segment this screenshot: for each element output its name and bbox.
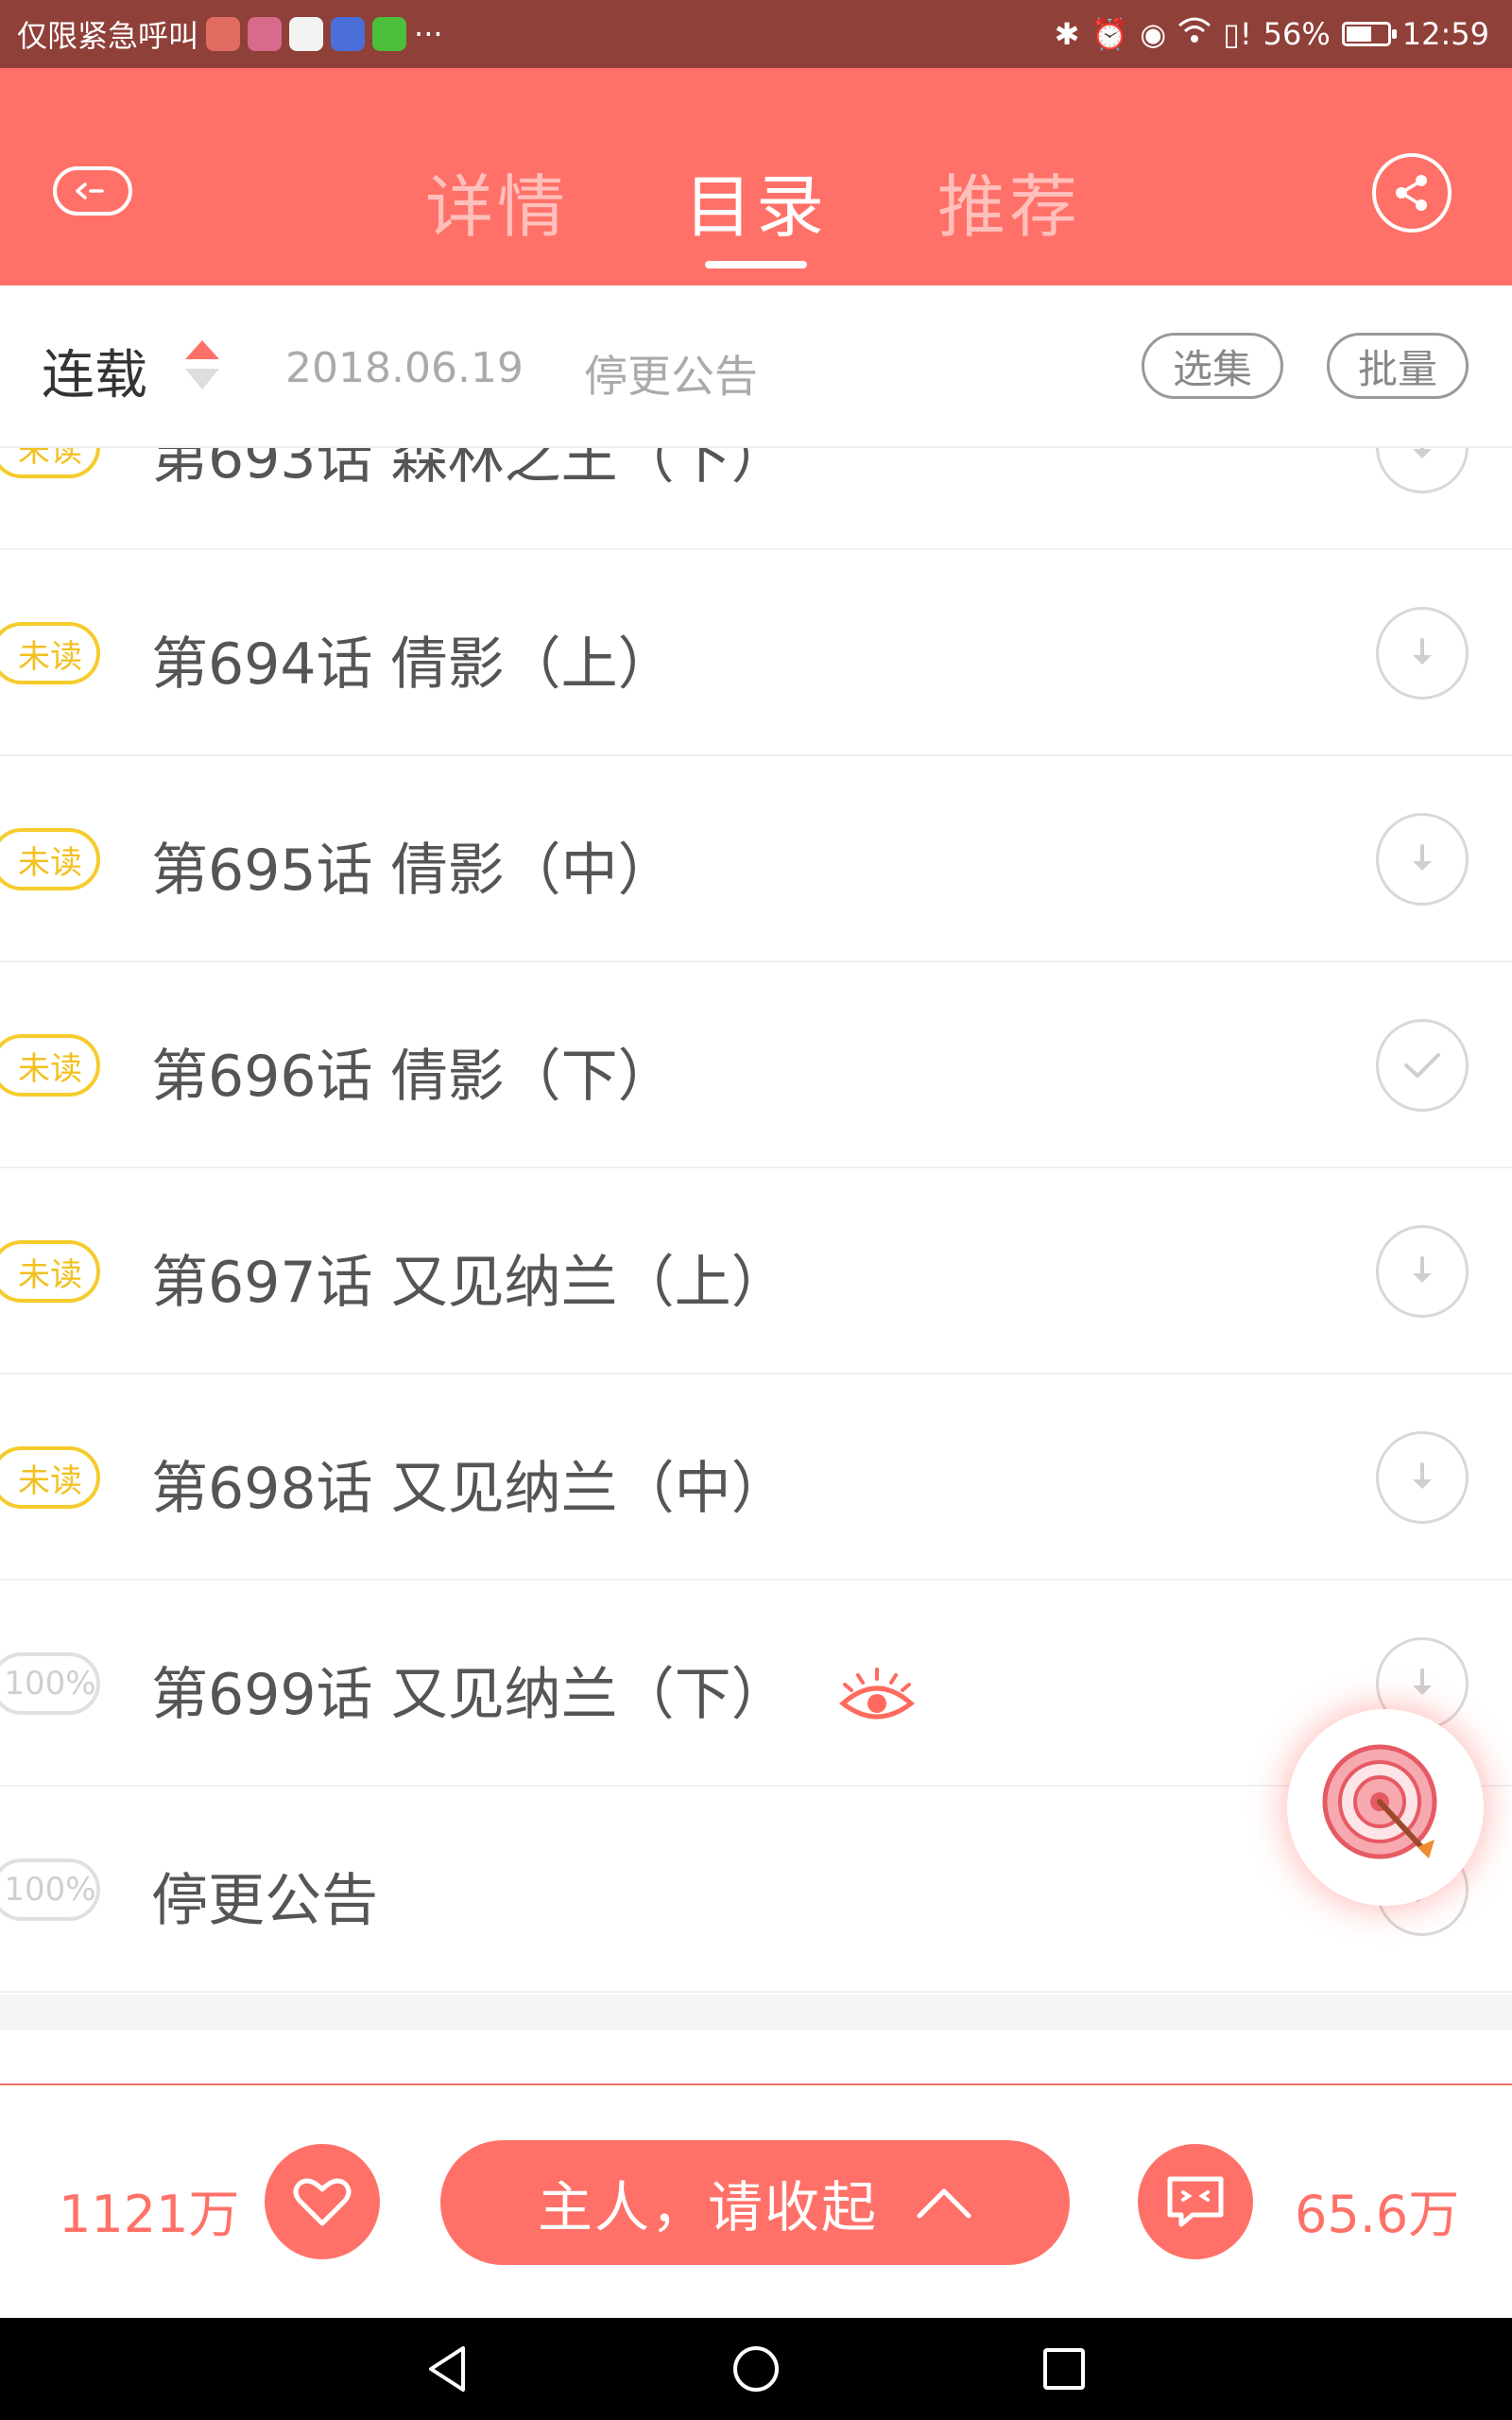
comment-count: 65.6万 <box>1295 2185 1460 2244</box>
chapter-title: 第698话 又见纳兰（中） <box>151 1456 788 1522</box>
chapter-title: 第694话 倩影（上） <box>151 631 675 698</box>
like-count: 1121万 <box>59 2185 240 2244</box>
chapter-list: 未读 第693话 森林之王（下） 未读 第694话 倩影（上） 未读 第695话… <box>0 448 1512 1995</box>
download-icon <box>1413 638 1432 665</box>
chapter-row[interactable]: 未读 第698话 又见纳兰（中） <box>0 1374 1512 1581</box>
batch-download-button[interactable]: 批量 <box>1327 333 1469 399</box>
collapse-toolbar-button[interactable]: 主人，请收起 <box>440 2140 1070 2265</box>
chapter-row[interactable]: 未读 第695话 倩影（中） <box>0 756 1512 962</box>
circle-home-icon <box>733 2346 779 2392</box>
dartboard-icon <box>1322 1744 1437 1859</box>
list-footer-separator <box>0 1995 1512 2031</box>
wifi-icon <box>1177 16 1211 52</box>
top-app-bar: 详情 目录 推荐 <box>0 68 1512 285</box>
iqiyi-notification-icon <box>372 17 407 51</box>
download-icon <box>1413 1462 1432 1489</box>
map-notification-icon <box>289 17 324 51</box>
chapter-title: 停更公告 <box>151 1868 378 1934</box>
bluetooth-icon: ✱ <box>1054 16 1080 52</box>
floating-target-button[interactable] <box>1287 1709 1484 1906</box>
status-bar: 仅限紧急呼叫 ··· ✱ ⏰ ◉ ▯! 56% 12:59 <box>0 0 1512 68</box>
chapter-title: 第697话 又见纳兰（上） <box>151 1250 788 1316</box>
nav-home-button[interactable] <box>730 2342 782 2395</box>
download-icon <box>1413 844 1432 871</box>
chevron-up-icon <box>917 2188 971 2219</box>
serialization-label: 连载 <box>42 345 147 406</box>
read-progress-badge: 100% <box>0 1858 100 1921</box>
eye-comfort-icon: ◉ <box>1140 16 1167 52</box>
chapter-row[interactable]: 100% 停更公告 <box>0 1787 1512 1993</box>
downloaded-indicator[interactable] <box>1376 1019 1469 1112</box>
currently-reading-eye-icon <box>839 1668 915 1720</box>
tab-bar: 详情 目录 推荐 <box>0 68 1512 285</box>
nav-back-button[interactable] <box>421 2342 474 2395</box>
battery-percent: 56% <box>1263 16 1331 52</box>
tab-recommend[interactable]: 推荐 <box>937 151 1081 251</box>
collapse-label: 主人，请收起 <box>537 2175 878 2239</box>
unread-badge: 未读 <box>0 1034 100 1097</box>
chapter-title: 第696话 倩影（下） <box>151 1044 675 1110</box>
sort-toggle-icon[interactable] <box>181 337 223 393</box>
update-date: 2018.06.19 <box>285 344 524 392</box>
square-recents-icon <box>1043 2348 1085 2390</box>
select-episodes-button[interactable]: 选集 <box>1142 333 1283 399</box>
download-icon <box>1413 1256 1432 1283</box>
unread-badge: 未读 <box>0 828 100 890</box>
download-button[interactable] <box>1376 607 1469 700</box>
heart-icon <box>293 2178 352 2226</box>
app-notification-icon <box>248 17 283 51</box>
nav-recents-button[interactable] <box>1038 2342 1091 2395</box>
app-notification-icon <box>206 17 241 51</box>
carrier-text: 仅限紧急呼叫 <box>17 18 199 54</box>
triangle-back-icon <box>429 2346 465 2392</box>
comment-button[interactable] <box>1138 2144 1253 2259</box>
chapter-title: 第695话 倩影（中） <box>151 838 675 904</box>
tab-catalog[interactable]: 目录 <box>684 151 828 251</box>
chapter-row[interactable]: 未读 第694话 倩影（上） <box>0 550 1512 756</box>
chapter-title: 第699话 又见纳兰（下） <box>151 1662 788 1728</box>
download-button[interactable] <box>1376 1431 1469 1524</box>
downloaded-check-icon <box>1404 1053 1440 1078</box>
chapter-row[interactable]: 未读 第693话 森林之王（下） <box>0 448 1512 550</box>
download-icon <box>1413 1668 1432 1695</box>
active-tab-indicator <box>705 261 807 268</box>
unread-badge: 未读 <box>0 448 100 478</box>
unread-badge: 未读 <box>0 1446 100 1509</box>
bottom-action-bar: 1121万 主人，请收起 65.6万 <box>0 2083 1512 2318</box>
battery-icon <box>1341 22 1397 46</box>
chapter-row[interactable]: 未读 第697话 又见纳兰（上） <box>0 1168 1512 1374</box>
chapter-row-current[interactable]: 100% 第699话 又见纳兰（下） <box>0 1581 1512 1787</box>
tab-details[interactable]: 详情 <box>425 151 569 251</box>
system-navigation-bar <box>0 2318 1512 2420</box>
catalog-toolbar: 连载 2018.06.19 停更公告 选集 批量 <box>0 285 1512 448</box>
latest-notice-link[interactable]: 停更公告 <box>584 342 758 405</box>
read-progress-badge: 100% <box>0 1652 100 1715</box>
download-icon <box>1413 448 1432 458</box>
share-button[interactable] <box>1372 153 1452 233</box>
tieba-notification-icon <box>331 17 366 51</box>
comment-icon <box>1167 2176 1224 2227</box>
clock: 12:59 <box>1401 16 1489 52</box>
download-button[interactable] <box>1376 813 1469 906</box>
unread-badge: 未读 <box>0 622 100 684</box>
chapter-row[interactable]: 未读 第696话 倩影（下） <box>0 962 1512 1168</box>
download-button[interactable] <box>1376 1225 1469 1318</box>
alarm-icon: ⏰ <box>1091 16 1129 52</box>
chapter-title: 第693话 森林之王（下） <box>151 448 788 492</box>
more-notifications-icon: ··· <box>414 16 443 52</box>
download-button[interactable] <box>1376 448 1469 493</box>
like-button[interactable] <box>265 2144 380 2259</box>
share-icon <box>1396 175 1427 211</box>
unread-badge: 未读 <box>0 1240 100 1303</box>
sim-alert-icon: ▯! <box>1223 16 1252 52</box>
